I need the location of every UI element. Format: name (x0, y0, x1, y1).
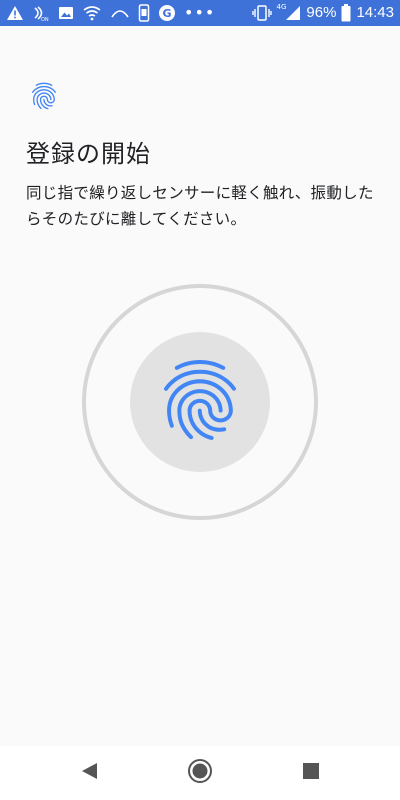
screenshot-icon (138, 4, 150, 22)
warning-icon (6, 5, 24, 21)
back-icon (78, 760, 100, 786)
svg-text:ON: ON (41, 17, 49, 22)
image-icon (58, 5, 74, 21)
page-title: 登録の開始 (26, 140, 151, 168)
battery-icon (341, 4, 351, 22)
back-button[interactable] (74, 758, 104, 788)
notification-icons: ON G ••• (6, 3, 215, 23)
nfc-icon: ON (32, 4, 50, 22)
navigation-bar (0, 746, 400, 800)
instruction-text: 同じ指で繰り返しセンサーに軽く触れ、振動したらそのたびに離してください。 (26, 184, 374, 228)
status-bar: ON G ••• 4G 96% 14:43 (0, 0, 400, 26)
more-dots-icon: ••• (184, 3, 216, 22)
battery-percent: 96% (306, 4, 337, 21)
fingerprint-icon (28, 80, 60, 112)
vibrate-icon (251, 5, 272, 21)
grammarly-icon: G (158, 4, 176, 22)
network-type-label: 4G (276, 3, 287, 11)
hotspot-icon (110, 6, 130, 20)
recents-icon (302, 762, 320, 784)
home-button[interactable] (185, 758, 215, 788)
recents-button[interactable] (296, 758, 326, 788)
clock: 14:43 (356, 4, 394, 21)
sensor-indicator (130, 332, 270, 472)
wifi-icon (82, 5, 102, 21)
home-icon (187, 758, 213, 788)
signal-icon (285, 5, 301, 21)
system-icons: 4G 96% 14:43 (251, 3, 394, 23)
svg-text:G: G (162, 7, 171, 20)
